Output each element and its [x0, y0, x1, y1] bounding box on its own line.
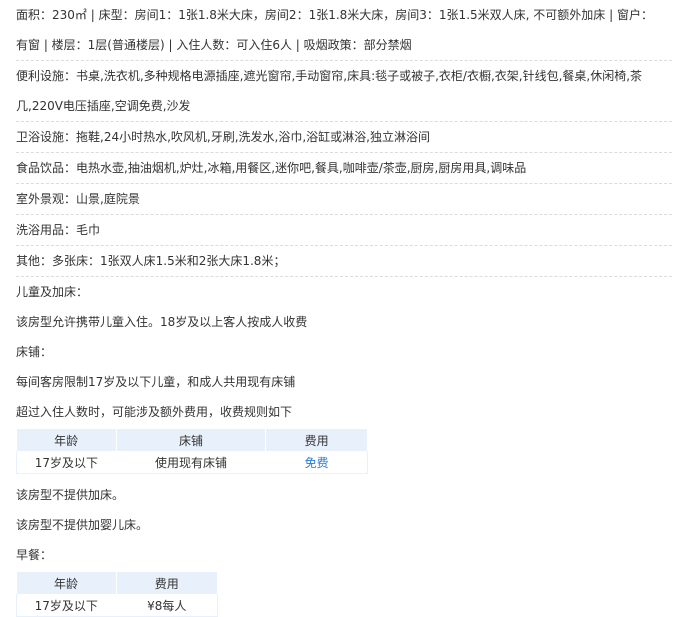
children-heading: 儿童及加床：	[16, 285, 89, 299]
room-details-panel: 面积：230㎡ | 床型：房间1：1张1.8米大床，房间2：1张1.8米大床，房…	[0, 0, 680, 617]
bed-heading: 床铺：	[16, 345, 53, 359]
column-header-age: 年龄	[16, 429, 117, 451]
room-info-line-1: 面积：230㎡ | 床型：房间1：1张1.8米大床，房间2：1张1.8米大床，房…	[16, 8, 653, 22]
convenience-facilities: 便利设施：书桌,洗衣机,多种规格电源插座,遮光窗帘,手动窗帘,床具:毯子或被子,…	[16, 61, 672, 122]
table-header-row: 年龄 床铺 费用	[16, 429, 368, 451]
no-extra-bed-text: 该房型不提供加床。	[16, 488, 125, 502]
room-info-line-2: 有窗 | 楼层：1层(普通楼层) | 入住人数：可入住6人 | 吸烟政策：部分禁…	[16, 30, 672, 61]
table-header-row: 年龄 费用	[16, 572, 218, 594]
table-row: 17岁及以下 使用现有床铺 免费	[16, 451, 368, 474]
outdoor-view: 室外景观：山景,庭院景	[16, 184, 672, 215]
column-header-age: 年龄	[16, 572, 117, 594]
table-row: 17岁及以下 ¥8每人	[16, 594, 218, 617]
column-header-bed: 床铺	[116, 429, 267, 451]
food-facilities: 食品饮品：电热水壶,抽油烟机,炉灶,冰箱,用餐区,迷你吧,餐具,咖啡壶/茶壶,厨…	[16, 153, 672, 184]
cell-bed: 使用现有床铺	[115, 451, 267, 474]
bed-limit-text: 每间客房限制17岁及以下儿童，和成人共用现有床铺	[16, 375, 296, 389]
cell-fee: 免费	[265, 451, 368, 474]
breakfast-fee-table: 年龄 费用 17岁及以下 ¥8每人	[16, 572, 218, 617]
other-facilities: 其他：多张床：1张双人床1.5米和2张大床1.8米；	[16, 246, 672, 277]
column-header-fee: 费用	[265, 429, 368, 451]
cell-age: 17岁及以下	[16, 451, 117, 474]
over-limit-text: 超过入住人数时，可能涉及额外费用，收费规则如下	[16, 405, 293, 419]
column-header-fee: 费用	[116, 572, 218, 594]
breakfast-heading: 早餐：	[16, 548, 53, 562]
toiletries: 洗浴用品：毛巾	[16, 215, 672, 246]
children-policy: 该房型允许携带儿童入住。18岁及以上客人按成人收费	[16, 315, 308, 329]
cell-fee: ¥8每人	[115, 594, 218, 617]
bathroom-facilities: 卫浴设施：拖鞋,24小时热水,吹风机,牙刷,洗发水,浴巾,浴缸或淋浴,独立淋浴间	[16, 122, 672, 153]
bed-fee-table: 年龄 床铺 费用 17岁及以下 使用现有床铺 免费	[16, 429, 368, 474]
cell-age: 17岁及以下	[16, 594, 117, 617]
no-crib-text: 该房型不提供加婴儿床。	[16, 518, 149, 532]
